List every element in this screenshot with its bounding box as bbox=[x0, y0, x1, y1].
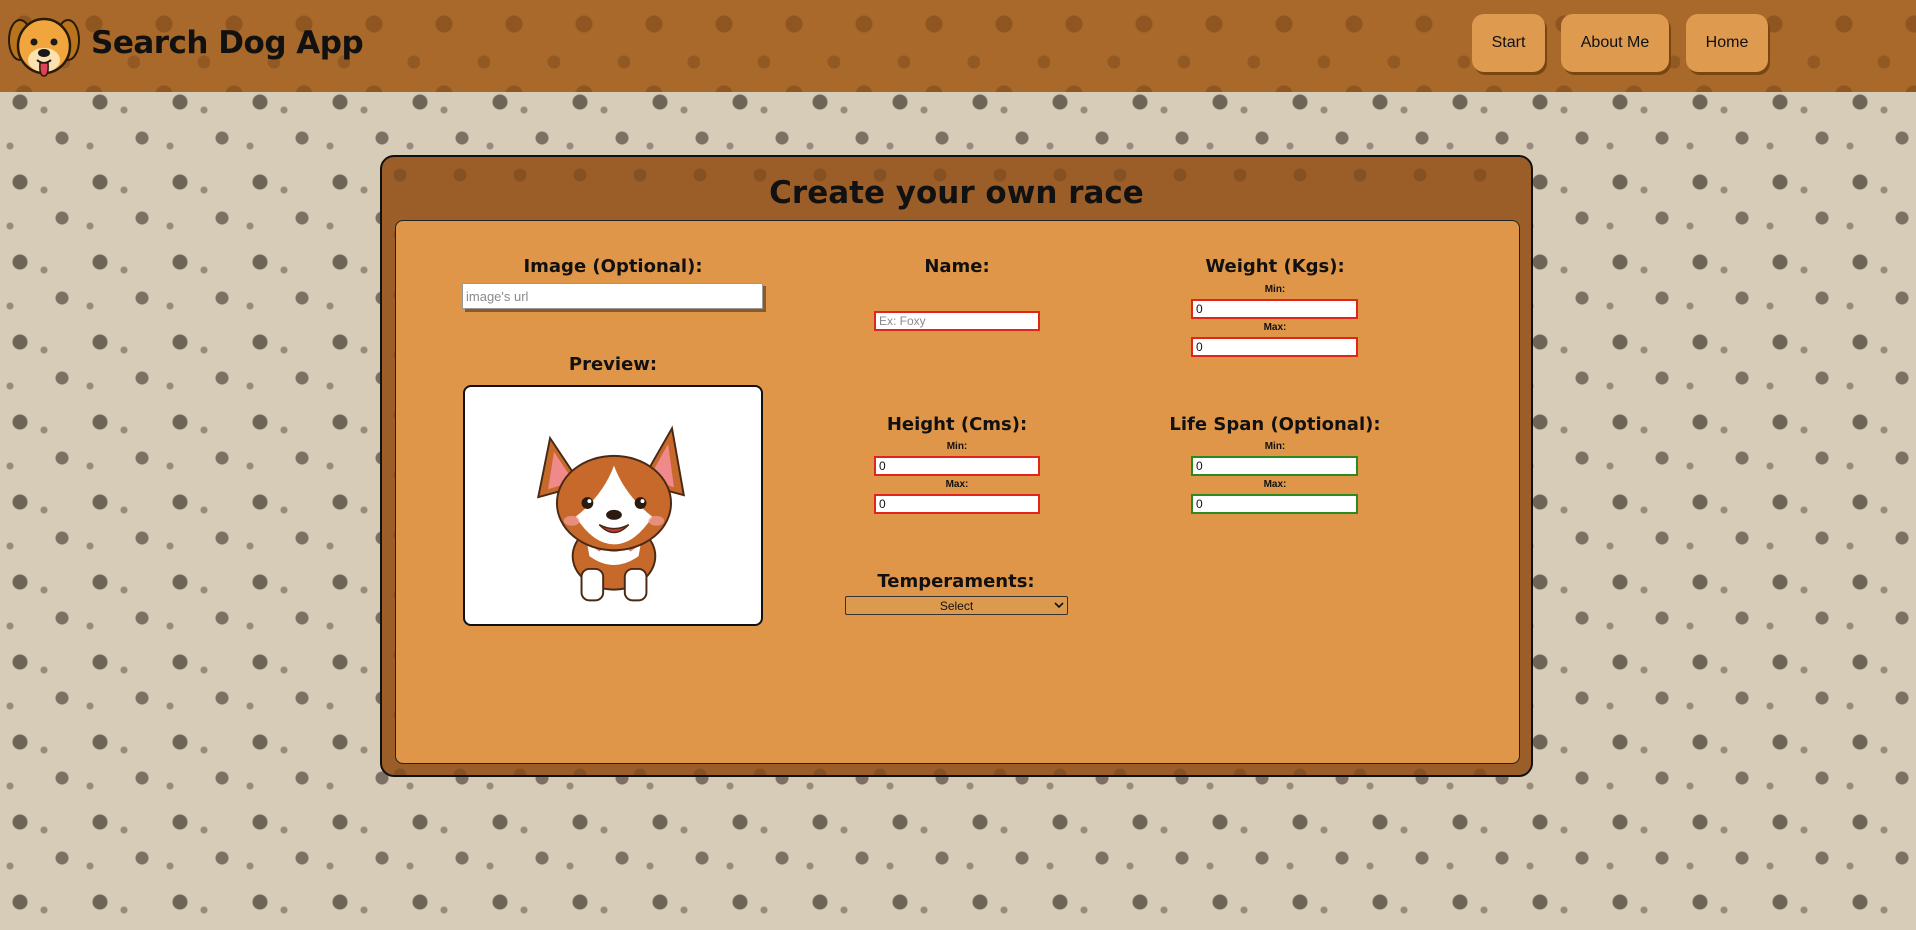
image-preview bbox=[463, 385, 763, 626]
life-span-max-label: Max: bbox=[1263, 479, 1287, 490]
weight-max-input[interactable] bbox=[1191, 337, 1358, 357]
height-label: Height (Cms): bbox=[886, 414, 1028, 435]
name-input[interactable] bbox=[874, 311, 1040, 331]
image-url-input[interactable] bbox=[462, 283, 763, 309]
temperaments-select[interactable]: Select bbox=[845, 596, 1068, 615]
page-title: Create your own race bbox=[769, 175, 1144, 211]
start-button-label: Start bbox=[1491, 34, 1526, 51]
home-button[interactable]: Home bbox=[1686, 14, 1768, 72]
corgi-preview-image bbox=[536, 425, 686, 602]
app-title: Search Dog App bbox=[91, 25, 364, 61]
weight-label: Weight (Kgs): bbox=[1205, 256, 1345, 277]
weight-min-label: Min: bbox=[1264, 284, 1286, 295]
top-nav-bar: Search Dog App Start About Me Home bbox=[0, 0, 1916, 92]
about-me-button-label: About Me bbox=[1580, 34, 1650, 51]
height-min-input[interactable] bbox=[874, 456, 1040, 476]
life-span-min-label: Min: bbox=[1264, 441, 1286, 452]
height-min-label: Min: bbox=[946, 441, 968, 452]
preview-label: Preview: bbox=[568, 354, 658, 375]
life-span-min-input[interactable] bbox=[1191, 456, 1358, 476]
about-me-button[interactable]: About Me bbox=[1561, 14, 1669, 72]
height-max-label: Max: bbox=[945, 479, 969, 490]
home-button-label: Home bbox=[1705, 34, 1749, 51]
dog-logo-icon[interactable] bbox=[5, 10, 83, 82]
height-max-input[interactable] bbox=[874, 494, 1040, 514]
weight-max-label: Max: bbox=[1263, 322, 1287, 333]
name-label: Name: bbox=[924, 256, 990, 277]
start-button[interactable]: Start bbox=[1472, 14, 1545, 72]
chevron-down-icon bbox=[1054, 602, 1064, 609]
temperaments-selected-value: Select bbox=[939, 598, 974, 613]
image-label: Image (Optional): bbox=[523, 256, 703, 277]
temperaments-label: Temperaments: bbox=[877, 571, 1035, 592]
life-span-max-input[interactable] bbox=[1191, 494, 1358, 514]
weight-min-input[interactable] bbox=[1191, 299, 1358, 319]
life-span-label: Life Span (Optional): bbox=[1169, 414, 1381, 435]
